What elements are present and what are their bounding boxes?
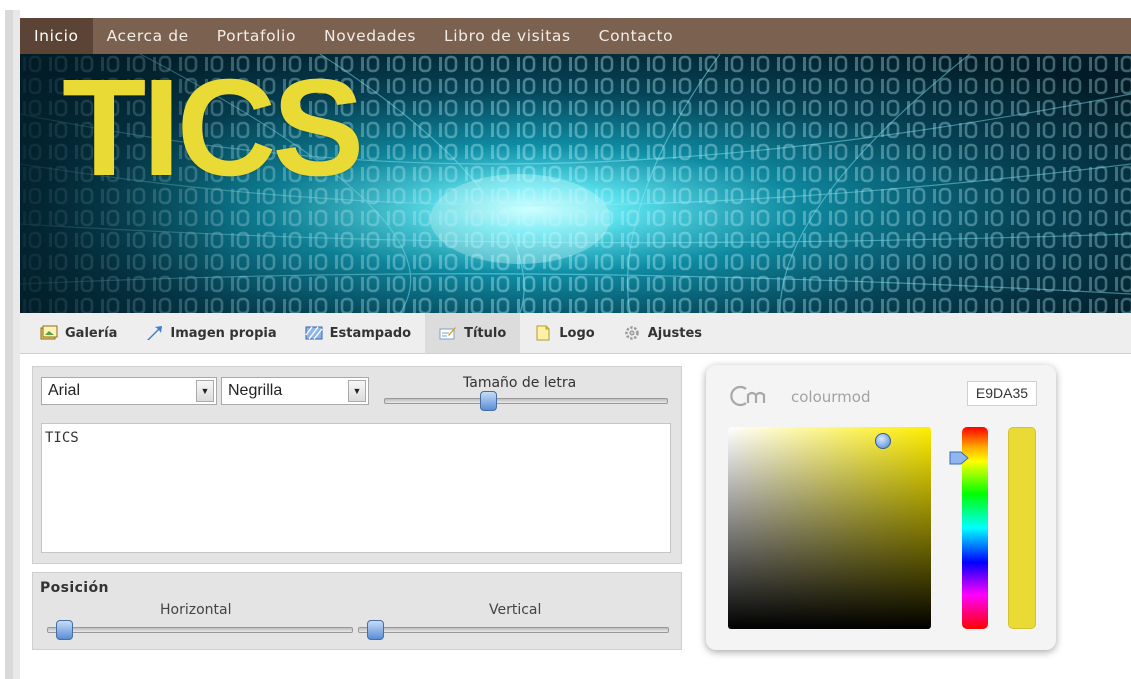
font-family-select[interactable]: Arial ▼ [41, 377, 217, 405]
vertical-slider-track[interactable] [358, 627, 669, 633]
tab-imagen-propia[interactable]: Imagen propia [131, 313, 290, 353]
font-weight-value: Negrilla [228, 382, 283, 399]
nav-item-novedades[interactable]: Novedades [310, 18, 430, 54]
tab-ajustes[interactable]: Ajustes [609, 313, 716, 353]
nav-item-contacto[interactable]: Contacto [585, 18, 688, 54]
colour-picker: colourmod E9DA35 [706, 365, 1056, 650]
horizontal-label: Horizontal [160, 602, 232, 618]
nav-item-acerca-de[interactable]: Acerca de [93, 18, 203, 54]
tab-logo[interactable]: Logo [520, 313, 608, 353]
page: Inicio Acerca de Portafolio Novedades Li… [0, 0, 1131, 679]
chevron-down-icon[interactable]: ▼ [196, 380, 214, 402]
vertical-slider-handle[interactable] [367, 620, 384, 640]
upload-image-icon [147, 326, 163, 340]
tab-titulo-label: Título [464, 325, 507, 341]
font-size-slider-track[interactable] [384, 398, 668, 404]
saturation-value-handle[interactable] [875, 433, 891, 449]
nav-item-inicio[interactable]: Inicio [20, 18, 93, 54]
position-panel: Posición Horizontal Vertical [32, 572, 682, 650]
left-border-inner [13, 10, 20, 679]
header-banner: TICS [20, 54, 1131, 313]
horizontal-slider-handle[interactable] [56, 620, 73, 640]
font-family-value: Arial [48, 382, 81, 399]
chevron-down-icon[interactable]: ▼ [348, 380, 366, 402]
colourmod-logo-icon [730, 385, 766, 407]
tab-imagen-propia-label: Imagen propia [170, 325, 277, 341]
tab-logo-label: Logo [559, 325, 595, 341]
hue-slider-handle[interactable] [949, 450, 969, 466]
nav-item-libro-de-visitas[interactable]: Libro de visitas [430, 18, 585, 54]
colourmod-name: colourmod [791, 388, 871, 406]
pattern-icon [305, 326, 323, 340]
banner-title: TICS [62, 54, 364, 205]
title-edit-icon [439, 327, 457, 340]
tab-galeria-label: Galería [65, 325, 118, 341]
font-size-label: Tamaño de letra [463, 375, 577, 391]
tab-estampado-label: Estampado [329, 325, 412, 341]
logo-icon [536, 325, 550, 341]
font-weight-select[interactable]: Negrilla ▼ [221, 377, 369, 405]
selected-color-swatch [1008, 427, 1036, 629]
gallery-icon [40, 325, 58, 340]
nav-item-portafolio[interactable]: Portafolio [203, 18, 310, 54]
top-navigation: Inicio Acerca de Portafolio Novedades Li… [20, 18, 1131, 54]
position-heading: Posición [40, 580, 109, 596]
left-border [5, 10, 13, 679]
horizontal-slider-track[interactable] [47, 627, 353, 633]
vertical-label: Vertical [489, 602, 542, 618]
editor-toolbar: Galería Imagen propia Estampado Título L… [20, 313, 1131, 354]
font-size-slider-handle[interactable] [480, 391, 497, 411]
tab-estampado[interactable]: Estampado [291, 313, 425, 353]
saturation-value-field[interactable] [728, 427, 931, 629]
hex-color-input[interactable]: E9DA35 [967, 381, 1037, 406]
tab-galeria[interactable]: Galería [26, 313, 131, 353]
tab-ajustes-label: Ajustes [647, 325, 702, 341]
settings-gear-icon [624, 326, 639, 340]
tab-titulo[interactable]: Título [425, 313, 521, 353]
title-editor-panel: Arial ▼ Negrilla ▼ Tamaño de letra TICS [32, 366, 682, 564]
title-text-input[interactable]: TICS [41, 423, 671, 553]
